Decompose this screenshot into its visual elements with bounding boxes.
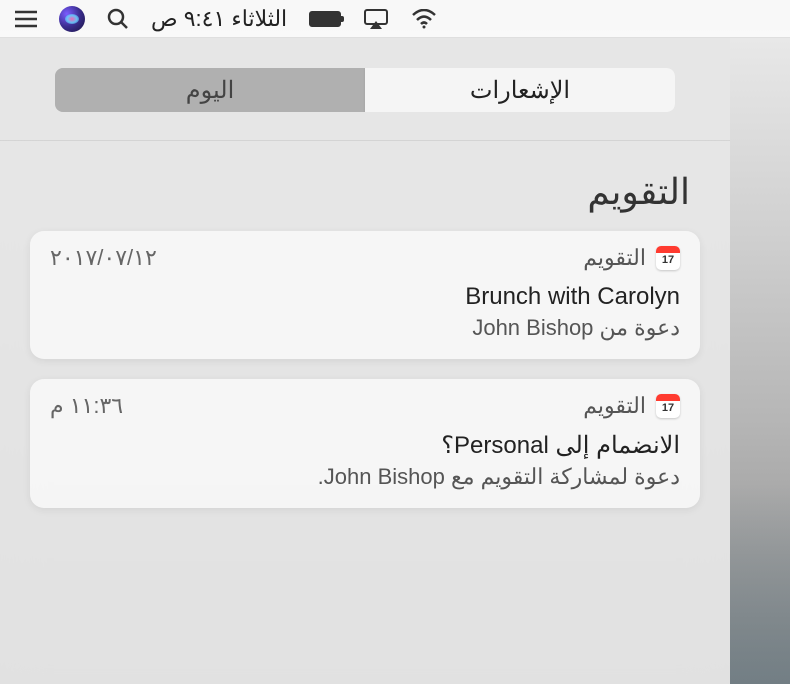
airplay-icon[interactable] [363, 8, 389, 30]
siri-icon[interactable] [59, 6, 85, 32]
section-header-calendar: التقويم [0, 141, 730, 231]
card-body: الانضمام إلى Personal؟ دعوة لمشاركة التق… [30, 427, 700, 508]
card-timestamp: ١١:٣٦ م [50, 393, 123, 419]
notification-center-icon[interactable] [15, 10, 37, 28]
notification-center-panel: اليوم الإشعارات التقويم التقويم ٢٠١٧/٠٧/… [0, 38, 730, 684]
card-app-name: التقويم [583, 245, 646, 271]
calendar-icon [656, 246, 680, 270]
segmented-control: اليوم الإشعارات [55, 68, 675, 112]
card-subtitle: دعوة لمشاركة التقويم مع John Bishop. [50, 464, 680, 490]
tab-container: اليوم الإشعارات [0, 38, 730, 141]
card-title: الانضمام إلى Personal؟ [50, 431, 680, 460]
tab-today[interactable]: اليوم [55, 68, 365, 112]
menubar: الثلاثاء ٩:٤١ ص [0, 0, 790, 38]
spotlight-icon[interactable] [107, 8, 129, 30]
calendar-icon [656, 394, 680, 418]
card-app-info: التقويم [583, 245, 680, 271]
card-app-name: التقويم [583, 393, 646, 419]
card-header: التقويم ١١:٣٦ م [30, 379, 700, 427]
card-header: التقويم ٢٠١٧/٠٧/١٢ [30, 231, 700, 279]
card-subtitle: دعوة من John Bishop [50, 315, 680, 341]
card-timestamp: ٢٠١٧/٠٧/١٢ [50, 245, 157, 271]
battery-icon[interactable] [309, 11, 341, 27]
tab-notifications[interactable]: الإشعارات [365, 68, 675, 112]
notification-card[interactable]: التقويم ١١:٣٦ م الانضمام إلى Personal؟ د… [30, 379, 700, 508]
card-title: Brunch with Carolyn [50, 283, 680, 311]
desktop-background [730, 38, 790, 684]
card-body: Brunch with Carolyn دعوة من John Bishop [30, 279, 700, 359]
notifications-list: التقويم ٢٠١٧/٠٧/١٢ Brunch with Carolyn د… [0, 231, 730, 508]
menubar-datetime[interactable]: الثلاثاء ٩:٤١ ص [151, 6, 287, 32]
notification-card[interactable]: التقويم ٢٠١٧/٠٧/١٢ Brunch with Carolyn د… [30, 231, 700, 359]
wifi-icon[interactable] [411, 9, 437, 29]
card-app-info: التقويم [583, 393, 680, 419]
